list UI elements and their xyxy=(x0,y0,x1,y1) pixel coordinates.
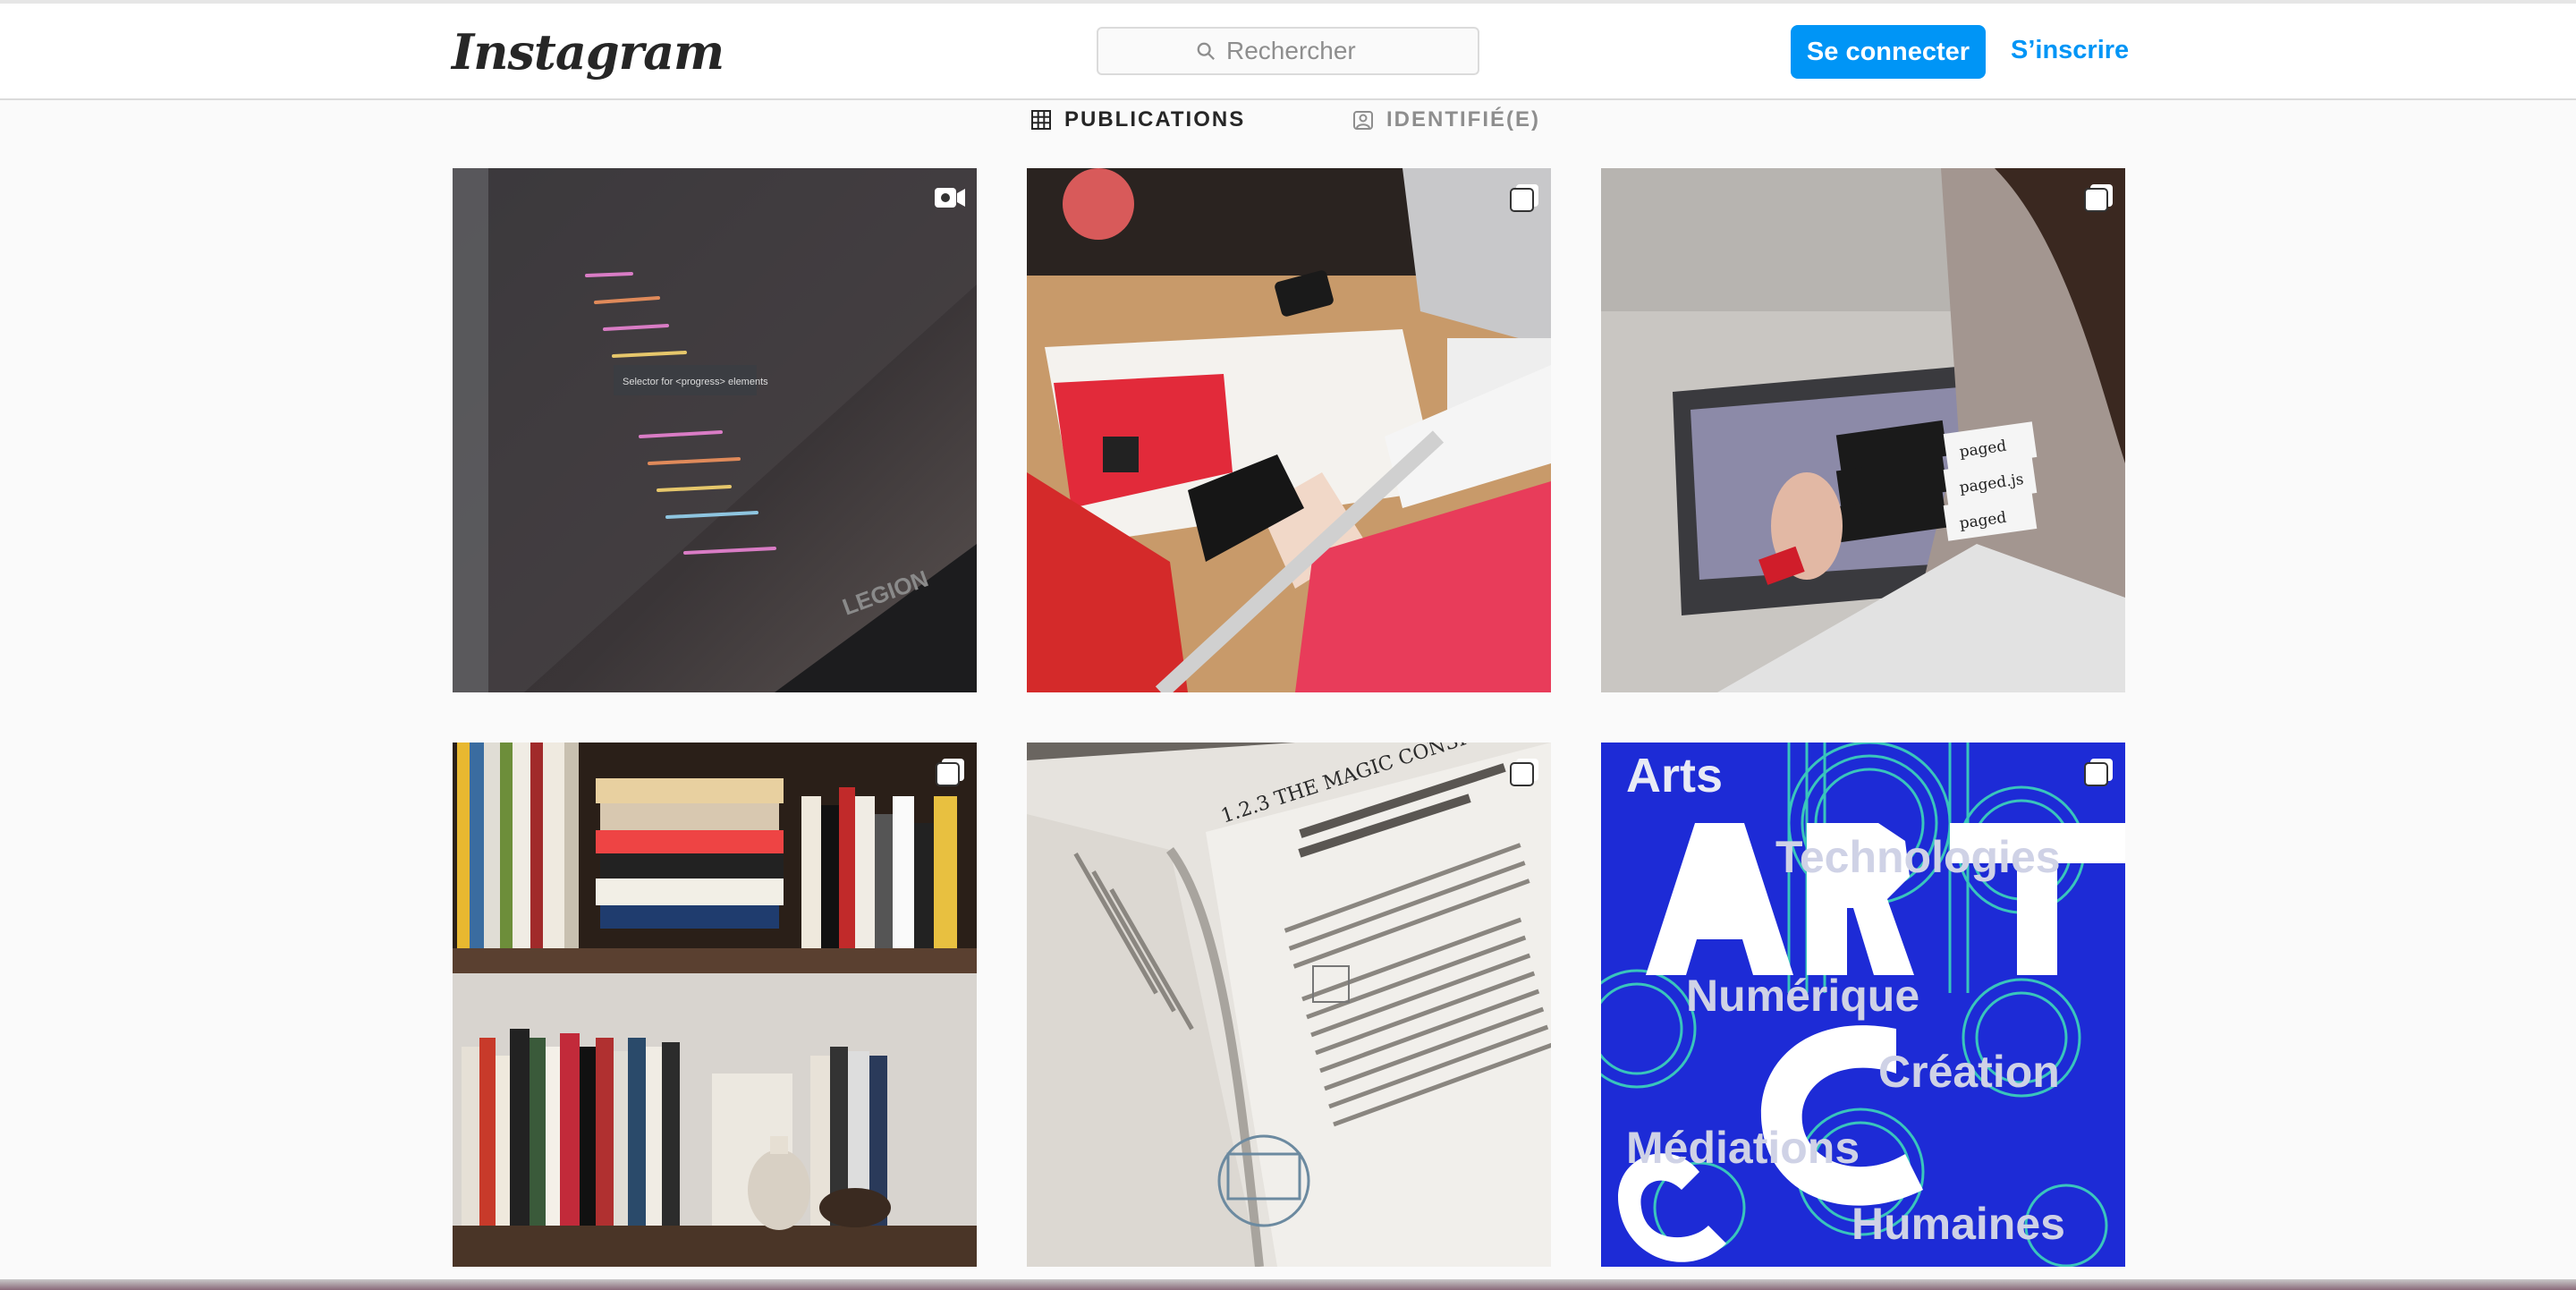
post-badge xyxy=(1508,757,1540,787)
poster-word: Médiations xyxy=(1626,1123,1860,1173)
post-thumbnail[interactable]: 1.2.3 THE MAGIC CONSPIRACY AND NEO-STOIC… xyxy=(1027,743,1551,1267)
code-popup-text: Selector for <progress> elements xyxy=(623,377,768,387)
carousel-icon xyxy=(1510,184,1538,212)
post-thumbnail[interactable]: Arts Technologies Numérique Création Méd… xyxy=(1601,743,2125,1267)
poster-word: Humaines xyxy=(1852,1199,2065,1249)
poster-word: Création xyxy=(1878,1047,2060,1097)
post-image: 1.2.3 THE MAGIC CONSPIRACY AND NEO-STOIC… xyxy=(1027,743,1551,1267)
post-badge xyxy=(1508,182,1540,213)
post-image xyxy=(1027,168,1551,692)
post-badge xyxy=(934,757,966,787)
carousel-icon xyxy=(2084,759,2113,786)
post-image xyxy=(453,743,977,1267)
post-thumbnail[interactable] xyxy=(453,743,977,1267)
tab-label: IDENTIFIÉ(E) xyxy=(1386,107,1540,132)
instagram-logo[interactable]: Instagram xyxy=(452,23,724,81)
post-badge xyxy=(2082,182,2114,213)
post-image: Selector for <progress> elements LEGION xyxy=(453,168,977,692)
top-navbar: Instagram Se connecter S’inscrire xyxy=(0,4,2576,100)
tab-tagged[interactable]: IDENTIFIÉ(E) xyxy=(1352,107,1540,132)
post-thumbnail[interactable]: Selector for <progress> elements LEGION xyxy=(453,168,977,692)
post-image: paged paged.js paged xyxy=(1601,168,2125,692)
tab-publications[interactable]: PUBLICATIONS xyxy=(1030,107,1245,132)
post-badge xyxy=(2082,757,2114,787)
login-button[interactable]: Se connecter xyxy=(1791,25,1986,79)
post-badge xyxy=(934,182,966,213)
carousel-icon xyxy=(936,759,964,786)
carousel-icon xyxy=(1510,759,1538,786)
search-input[interactable] xyxy=(1224,36,1380,66)
window-bottom-edge xyxy=(0,1279,2576,1290)
search-box[interactable] xyxy=(1097,27,1479,75)
search-icon xyxy=(1197,42,1215,60)
poster-word: Technologies xyxy=(1775,832,2061,882)
grid-icon xyxy=(1031,110,1051,130)
post-image: Arts Technologies Numérique Création Méd… xyxy=(1601,743,2125,1267)
poster-word: Numérique xyxy=(1686,971,1919,1021)
carousel-icon xyxy=(2084,184,2113,212)
signup-link[interactable]: S’inscrire xyxy=(2011,36,2129,65)
stickers-group: paged paged.js paged xyxy=(1835,420,2038,543)
tab-label: PUBLICATIONS xyxy=(1064,107,1246,132)
profile-tabs: PUBLICATIONS IDENTIFIÉ(E) xyxy=(0,100,2576,141)
tagged-person-icon xyxy=(1353,111,1373,130)
post-thumbnail[interactable]: paged paged.js paged xyxy=(1601,168,2125,692)
post-thumbnail[interactable] xyxy=(1027,168,1551,692)
video-icon xyxy=(935,188,965,208)
poster-word: Arts xyxy=(1626,749,1723,802)
